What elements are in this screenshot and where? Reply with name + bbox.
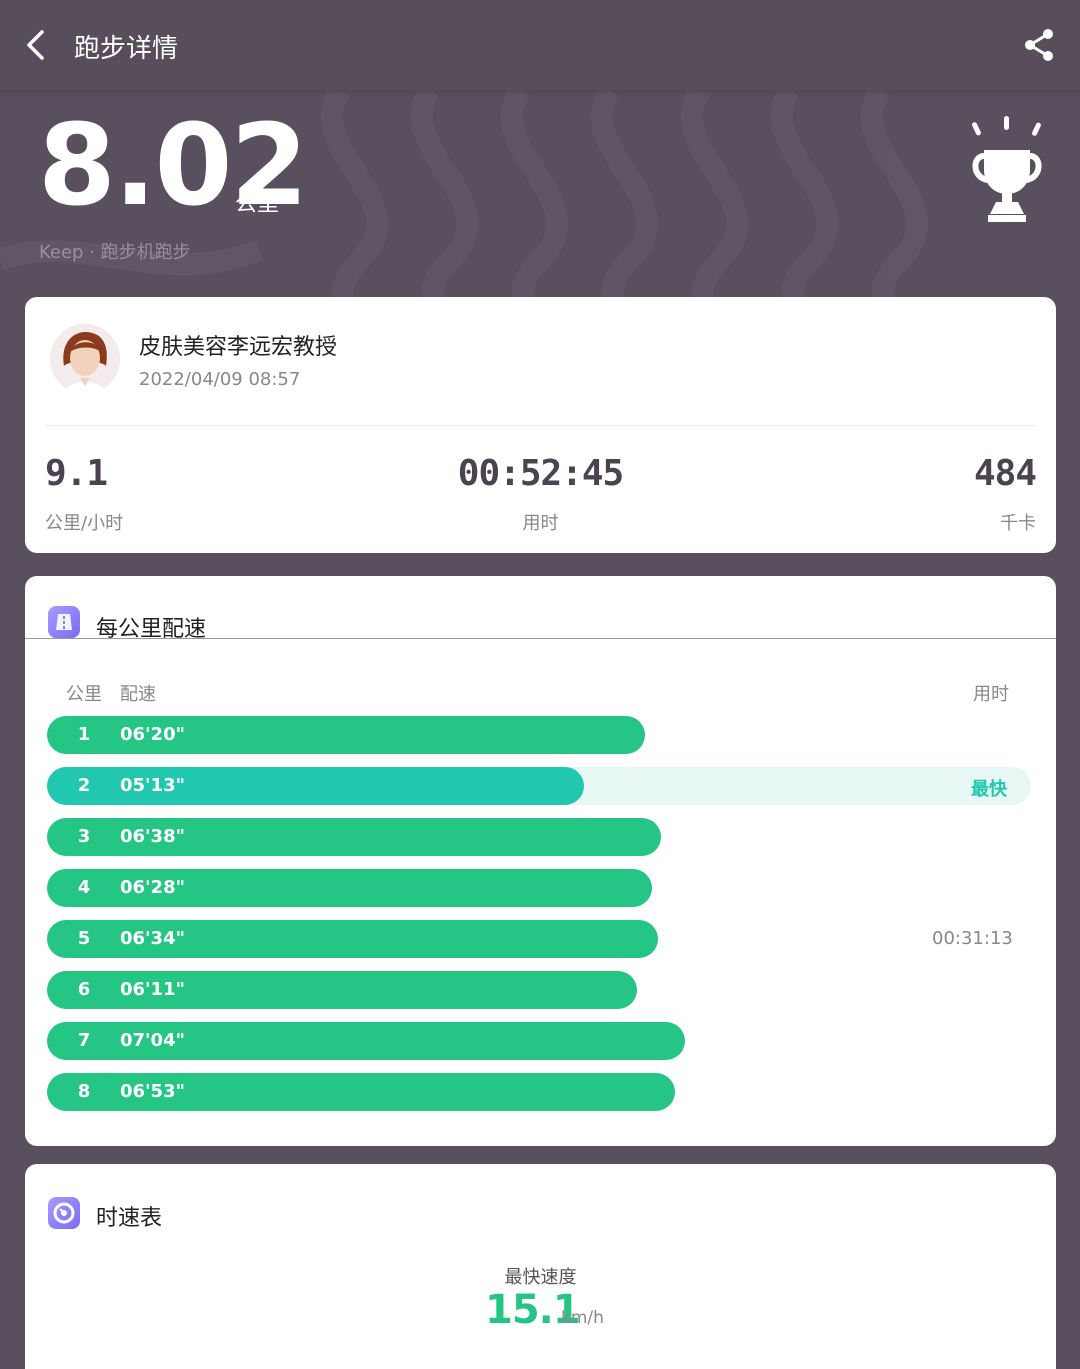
divider: [45, 425, 1036, 426]
split-time: 00:31:13: [932, 928, 1013, 949]
pace-value-label: 06'28": [120, 877, 185, 898]
pace-value-label: 06'20": [120, 724, 185, 745]
duration-label: 用时: [522, 513, 559, 534]
activity-source: Keep · 跑步机跑步: [39, 242, 191, 263]
pace-card: 每公里配速 公里 配速 用时 1 06'20" 2 05'13" 3 06'38" 4 06'…: [25, 576, 1056, 1146]
speed-card: 时速表 最快速度 15.1 km/h: [25, 1164, 1056, 1369]
pace-value-label: 06'34": [120, 928, 185, 949]
duration-value: 00:52:45: [457, 453, 624, 494]
pace-km-label: 3: [77, 826, 91, 847]
trophy-icon[interactable]: [966, 114, 1048, 226]
pace-km-label: 7: [77, 1030, 91, 1051]
back-arrow-icon[interactable]: [22, 28, 52, 62]
pace-km-label: 5: [77, 928, 91, 949]
pace-value-label: 06'53": [120, 1081, 185, 1102]
section-divider: [25, 638, 1056, 639]
speed-section-title: 时速表: [96, 1206, 163, 1231]
summary-card: 皮肤美容李远宏教授 2022/04/09 08:57 9.1 公里/小时 00:…: [25, 297, 1056, 553]
pace-value-label: 05'13": [120, 775, 185, 796]
fastest-label: 最快: [971, 779, 1007, 800]
avatar-image: [50, 324, 120, 394]
user-name[interactable]: 皮肤美容李远宏教授: [139, 329, 337, 361]
col-header-time: 用时: [973, 684, 1009, 705]
pace-value-label: 06'11": [120, 979, 185, 1000]
calories-value: 484: [973, 453, 1037, 494]
avatar[interactable]: [50, 324, 120, 394]
pace-km-label: 8: [77, 1081, 91, 1102]
fastest-speed-label: 最快速度: [504, 1267, 577, 1288]
pace-value-label: 06'38": [120, 826, 185, 847]
share-icon[interactable]: [1022, 28, 1056, 62]
page-title: 跑步详情: [74, 34, 179, 64]
speedometer-icon: [48, 1197, 80, 1229]
pace-km-label: 4: [77, 877, 91, 898]
col-header-km: 公里: [66, 684, 102, 705]
col-header-pace: 配速: [120, 684, 156, 705]
pace-km-label: 2: [77, 775, 91, 796]
calories-label: 千卡: [1000, 513, 1036, 534]
pace-icon: [48, 606, 80, 638]
pace-value-label: 07'04": [120, 1030, 185, 1051]
speed-unit: km/h: [561, 1308, 604, 1328]
pace-km-label: 1: [77, 724, 91, 745]
pace-km-label: 6: [77, 979, 91, 1000]
top-bar: 跑步详情: [0, 0, 1080, 90]
distance-unit: 公里: [235, 192, 280, 217]
activity-datetime: 2022/04/09 08:57: [139, 369, 301, 390]
